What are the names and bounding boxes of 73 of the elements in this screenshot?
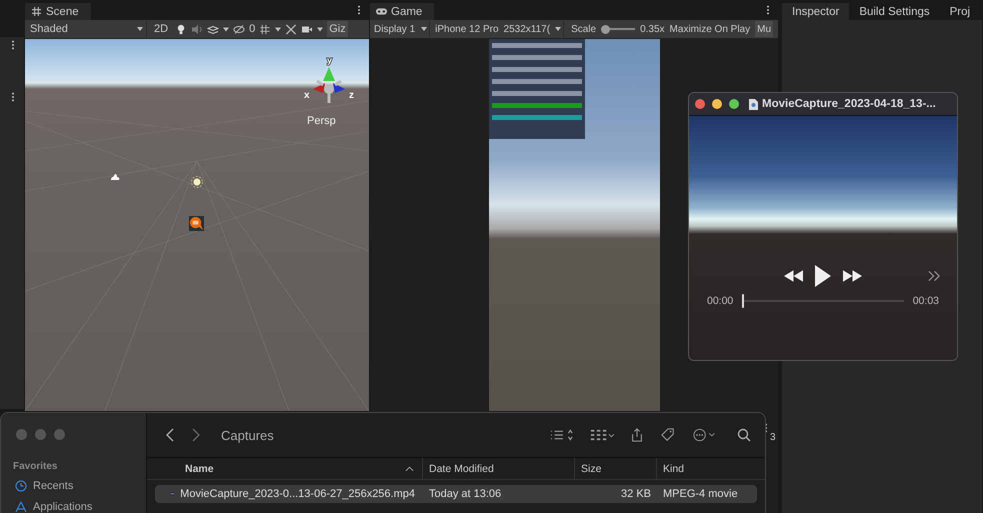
minimize-icon[interactable] bbox=[712, 99, 722, 109]
caret-icon[interactable] bbox=[223, 26, 230, 32]
current-time: 00:00 bbox=[707, 295, 734, 307]
sort-ascending-icon bbox=[405, 466, 414, 472]
scene-viewport[interactable]: y x z Persp bbox=[25, 39, 369, 411]
sun-icon[interactable] bbox=[190, 175, 204, 189]
document-icon bbox=[749, 98, 758, 110]
apps-icon bbox=[15, 501, 27, 513]
slider-thumb[interactable] bbox=[601, 24, 610, 34]
file-kind: MPEG-4 movie bbox=[662, 488, 739, 500]
folder-title: Captures bbox=[221, 428, 274, 442]
play-icon[interactable] bbox=[815, 265, 831, 287]
column-header[interactable]: Size bbox=[575, 458, 657, 479]
sidebar-item[interactable]: Recents bbox=[13, 479, 137, 493]
back-icon[interactable] bbox=[165, 428, 175, 442]
duration: 00:03 bbox=[912, 295, 939, 307]
column-header[interactable]: Name bbox=[147, 458, 423, 479]
grid-view-icon[interactable] bbox=[590, 428, 614, 442]
column-header[interactable]: Date Modified bbox=[423, 458, 575, 479]
resolution-dropdown[interactable]: iPhone 12 Pro 2532x117( bbox=[433, 21, 564, 37]
file-size: 32 KB bbox=[620, 488, 652, 500]
display-dropdown[interactable]: Display 1 bbox=[372, 21, 430, 37]
game-tab[interactable]: Game bbox=[370, 3, 434, 20]
tools-icon[interactable] bbox=[285, 24, 298, 34]
scale-value: 0.35x bbox=[640, 24, 665, 34]
more-icon[interactable] bbox=[11, 92, 15, 102]
grid-snap-icon[interactable] bbox=[259, 24, 272, 34]
caret-icon[interactable] bbox=[275, 26, 282, 32]
clock-icon bbox=[15, 480, 27, 492]
camera-icon[interactable] bbox=[301, 24, 314, 34]
column-header[interactable]: Kind bbox=[657, 458, 757, 479]
scene-tab[interactable]: Scene bbox=[25, 3, 91, 20]
list-view-icon[interactable] bbox=[550, 428, 574, 442]
cloud-icon[interactable] bbox=[110, 173, 120, 181]
tab-label: Scene bbox=[46, 6, 79, 18]
grid-icon bbox=[31, 7, 42, 16]
forward-icon[interactable] bbox=[191, 428, 201, 442]
more-icon[interactable] bbox=[357, 5, 361, 15]
eye-slash-icon[interactable] bbox=[233, 24, 246, 34]
more-icon[interactable] bbox=[11, 40, 15, 50]
window-title: MovieCapture_2023-04-18_13-... bbox=[762, 98, 936, 110]
gizmos-button[interactable]: Giz bbox=[327, 21, 348, 37]
file-row[interactable]: MovieCapture_2023-0...13-06-27_256x256.mp4 Today at 13:06 32 KB MPEG-4 movie bbox=[155, 485, 757, 503]
date-modified: Today at 13:06 bbox=[428, 488, 502, 500]
caret-icon bbox=[137, 27, 143, 31]
tab-label: Game bbox=[391, 6, 422, 18]
caret-icon bbox=[555, 27, 562, 31]
share-icon[interactable] bbox=[630, 428, 644, 442]
tag-icon[interactable] bbox=[660, 428, 676, 442]
inspector-tab[interactable]: Inspector bbox=[782, 3, 850, 20]
more-options-icon[interactable] bbox=[692, 428, 716, 442]
projection-label[interactable]: Persp bbox=[307, 115, 336, 127]
side-label: 3 bbox=[770, 432, 776, 443]
sidebar-item[interactable]: Applications bbox=[13, 500, 137, 513]
orientation-gizmo[interactable]: y x z bbox=[299, 51, 359, 113]
layers-icon[interactable] bbox=[207, 24, 220, 34]
file-name: MovieCapture_2023-0...13-06-27_256x256.mp4 bbox=[180, 488, 415, 500]
hidden-count: 0 bbox=[249, 23, 256, 35]
fast-forward-icon[interactable] bbox=[843, 270, 862, 282]
scale-label: Scale bbox=[571, 24, 596, 34]
rewind-icon[interactable] bbox=[784, 270, 803, 282]
playhead[interactable] bbox=[742, 294, 744, 308]
mute-button[interactable]: Mu bbox=[755, 21, 774, 37]
caret-icon bbox=[421, 27, 428, 31]
caret-icon[interactable] bbox=[317, 26, 324, 32]
more-icon[interactable] bbox=[766, 5, 770, 15]
close-icon[interactable] bbox=[695, 99, 705, 109]
sidebar-heading: Favorites bbox=[13, 461, 58, 472]
search-icon[interactable] bbox=[737, 428, 751, 442]
gamepad-icon bbox=[376, 7, 387, 16]
chevrons-right-icon[interactable] bbox=[928, 270, 941, 282]
zoom-icon[interactable] bbox=[729, 99, 739, 109]
camera-gizmo-icon[interactable] bbox=[189, 216, 204, 231]
